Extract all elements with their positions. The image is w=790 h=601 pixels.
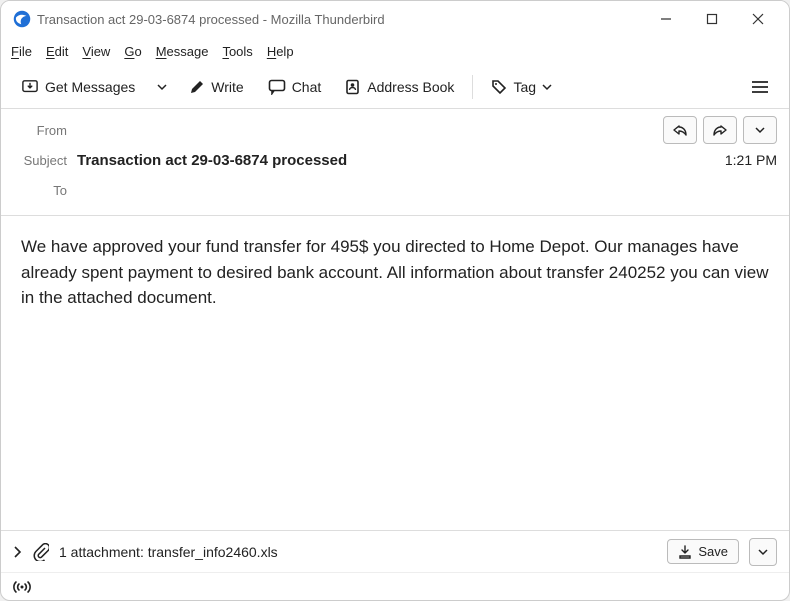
chevron-right-icon — [13, 546, 23, 558]
save-label: Save — [698, 544, 728, 559]
subject-label: Subject — [13, 153, 77, 168]
save-dropdown-button[interactable] — [749, 538, 777, 566]
menu-message[interactable]: Message — [156, 44, 209, 59]
close-button[interactable] — [735, 1, 781, 37]
chevron-down-icon — [755, 125, 765, 135]
get-messages-dropdown[interactable] — [149, 76, 175, 98]
forward-button[interactable] — [703, 116, 737, 144]
menu-edit[interactable]: Edit — [46, 44, 68, 59]
chat-label: Chat — [292, 79, 322, 95]
attachment-bar: 1 attachment: transfer_info2460.xls Save — [1, 530, 789, 572]
menu-go[interactable]: Go — [124, 44, 141, 59]
write-label: Write — [211, 79, 243, 95]
get-messages-label: Get Messages — [45, 79, 135, 95]
download-icon — [21, 79, 39, 95]
header-actions — [663, 116, 777, 144]
subject-value: Transaction act 29-03-6874 processed — [77, 152, 715, 169]
pencil-icon — [189, 79, 205, 95]
toolbar-separator — [472, 75, 473, 99]
write-button[interactable]: Write — [179, 73, 253, 101]
expand-attachments-button[interactable] — [13, 546, 23, 558]
to-label: To — [13, 183, 77, 198]
reply-icon — [672, 123, 688, 137]
get-messages-button[interactable]: Get Messages — [11, 73, 145, 101]
save-attachment-button[interactable]: Save — [667, 539, 739, 564]
broadcast-icon[interactable] — [13, 579, 31, 595]
maximize-button[interactable] — [689, 1, 735, 37]
thunderbird-icon — [13, 10, 31, 28]
message-time: 1:21 PM — [715, 152, 777, 168]
app-menu-button[interactable] — [741, 74, 779, 100]
chevron-down-icon — [542, 82, 552, 92]
reply-button[interactable] — [663, 116, 697, 144]
address-book-icon — [345, 79, 361, 95]
toolbar: Get Messages Write Chat Address Book — [1, 65, 789, 109]
paperclip-icon — [33, 543, 49, 561]
address-book-button[interactable]: Address Book — [335, 73, 464, 101]
chevron-down-icon — [758, 547, 768, 557]
window-title: Transaction act 29-03-6874 processed - M… — [37, 12, 643, 27]
hamburger-icon — [751, 80, 769, 94]
message-headers: From Subject Transaction act 29-03-6874 … — [1, 109, 789, 216]
status-bar — [1, 572, 789, 600]
titlebar: Transaction act 29-03-6874 processed - M… — [1, 1, 789, 37]
from-label: From — [13, 123, 77, 138]
window-controls — [643, 1, 781, 37]
attachment-summary[interactable]: 1 attachment: transfer_info2460.xls — [59, 544, 657, 560]
menubar: File Edit View Go Message Tools Help — [1, 37, 789, 65]
menu-view[interactable]: View — [82, 44, 110, 59]
menu-tools[interactable]: Tools — [222, 44, 252, 59]
forward-icon — [712, 123, 728, 137]
tag-icon — [491, 79, 507, 95]
menu-file[interactable]: File — [11, 44, 32, 59]
tag-label: Tag — [513, 79, 536, 95]
minimize-button[interactable] — [643, 1, 689, 37]
menu-help[interactable]: Help — [267, 44, 294, 59]
tag-button[interactable]: Tag — [481, 73, 562, 101]
chat-button[interactable]: Chat — [258, 73, 332, 101]
save-icon — [678, 545, 692, 559]
more-actions-button[interactable] — [743, 116, 777, 144]
chat-icon — [268, 79, 286, 95]
message-body: We have approved your fund transfer for … — [1, 216, 789, 530]
address-book-label: Address Book — [367, 79, 454, 95]
body-text: We have approved your fund transfer for … — [21, 234, 769, 311]
app-window: Transaction act 29-03-6874 processed - M… — [0, 0, 790, 601]
